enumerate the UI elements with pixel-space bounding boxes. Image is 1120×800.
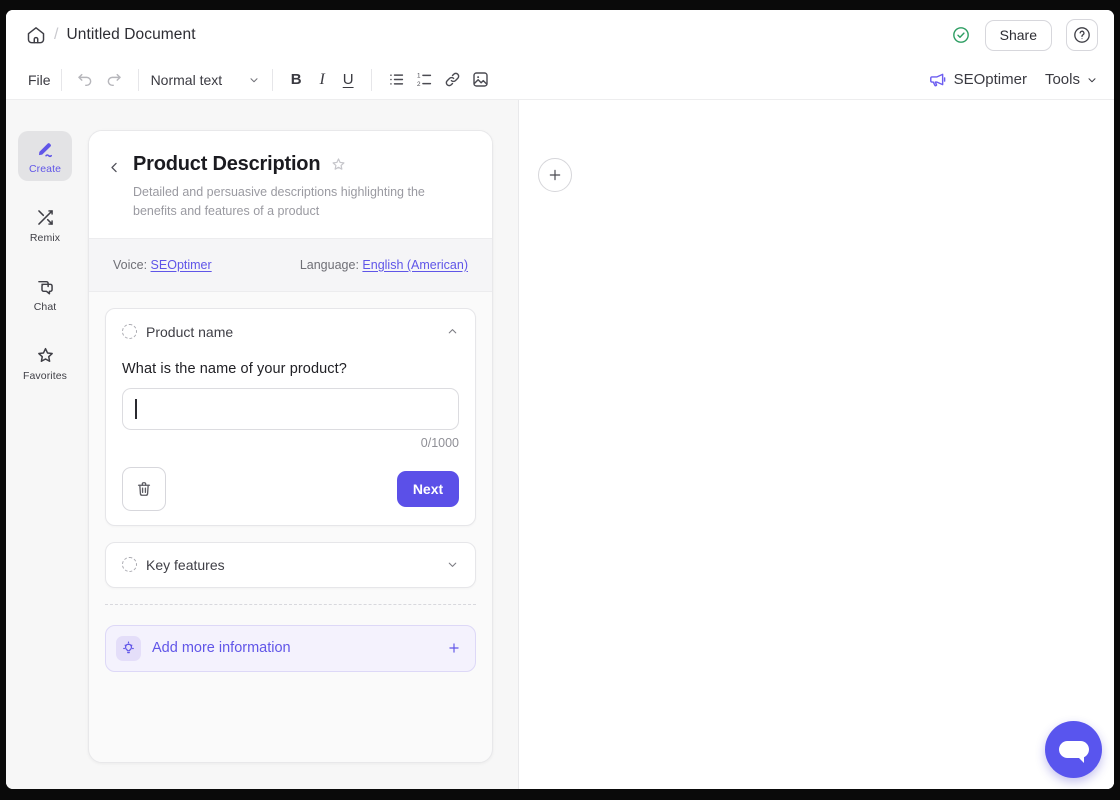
- sidebar-item-label: Create: [29, 163, 61, 175]
- bullet-list-button[interactable]: [382, 66, 410, 94]
- back-button[interactable]: [103, 155, 125, 179]
- add-more-label: Add more information: [152, 640, 291, 656]
- chevron-up-icon[interactable]: [446, 325, 459, 338]
- brand-label: SEOptimer: [954, 71, 1027, 88]
- home-button[interactable]: [22, 21, 50, 49]
- product-name-header[interactable]: Product name: [122, 324, 459, 340]
- file-menu[interactable]: File: [28, 72, 51, 88]
- template-title: Product Description: [133, 153, 320, 176]
- bullet-list-icon: [387, 70, 406, 89]
- text-caret: [135, 399, 137, 419]
- sidebar-item-favorites[interactable]: Favorites: [18, 338, 72, 388]
- document-title[interactable]: Untitled Document: [66, 26, 195, 44]
- support-chat-button[interactable]: [1045, 721, 1102, 778]
- saved-check-icon: [951, 25, 971, 45]
- link-icon: [443, 70, 462, 89]
- add-more-information-button[interactable]: Add more information: [105, 625, 476, 672]
- pen-icon: [35, 138, 56, 159]
- plus-icon: [447, 641, 461, 655]
- field-question: What is the name of your product?: [122, 361, 459, 377]
- chevron-down-icon[interactable]: [446, 558, 459, 571]
- voice-setting: Voice: SEOptimer: [113, 258, 212, 272]
- voice-language-bar: Voice: SEOptimer Language: English (Amer…: [89, 238, 492, 292]
- progress-circle-icon: [122, 324, 137, 339]
- field-title: Key features: [146, 557, 225, 573]
- progress-circle-icon: [122, 557, 137, 572]
- product-name-section: Product name What is the name of your pr…: [105, 308, 476, 526]
- document-canvas[interactable]: [518, 100, 1114, 789]
- chevron-down-icon: [248, 74, 260, 86]
- undo-button[interactable]: [72, 66, 100, 94]
- paragraph-style-value: Normal text: [151, 72, 223, 88]
- lightbulb-icon: [116, 636, 141, 661]
- template-panel: Product Description Detailed and persuas…: [84, 100, 518, 789]
- italic-button[interactable]: I: [309, 67, 335, 93]
- redo-icon: [104, 70, 123, 89]
- underline-button[interactable]: U: [335, 67, 361, 93]
- chat-bubble-icon: [1059, 741, 1089, 758]
- undo-icon: [76, 70, 95, 89]
- bold-button[interactable]: B: [283, 67, 309, 93]
- language-setting: Language: English (American): [300, 258, 468, 272]
- delete-button[interactable]: [122, 467, 166, 511]
- star-icon: [35, 345, 56, 366]
- template-header: Product Description Detailed and persuas…: [89, 131, 492, 238]
- tools-label: Tools: [1045, 71, 1080, 88]
- sidebar-item-label: Favorites: [23, 370, 67, 382]
- numbered-list-button[interactable]: 1 2: [410, 66, 438, 94]
- left-sidebar: Create Remix Chat: [6, 100, 84, 789]
- language-label: Language:: [300, 258, 359, 272]
- content-area: Create Remix Chat: [6, 100, 1114, 789]
- help-button[interactable]: [1066, 19, 1098, 51]
- plus-icon: [547, 167, 563, 183]
- template-description: Detailed and persuasive descriptions hig…: [133, 183, 463, 222]
- sidebar-item-label: Chat: [34, 301, 57, 313]
- chat-bubbles-icon: [35, 276, 56, 297]
- voice-label: Voice:: [113, 258, 147, 272]
- chevron-down-icon: [1086, 74, 1098, 86]
- product-name-input[interactable]: [122, 388, 459, 430]
- key-features-section[interactable]: Key features: [105, 542, 476, 588]
- voice-link[interactable]: SEOptimer: [151, 258, 212, 272]
- char-counter: 0/1000: [122, 436, 459, 450]
- megaphone-icon: [928, 70, 947, 89]
- next-button[interactable]: Next: [397, 471, 459, 507]
- favorite-star-icon[interactable]: [330, 156, 347, 173]
- breadcrumb-separator: /: [54, 26, 58, 44]
- titlebar: / Untitled Document Share: [6, 10, 1114, 60]
- app-window: / Untitled Document Share: [6, 10, 1114, 789]
- trash-icon: [134, 479, 154, 499]
- svg-text:2: 2: [417, 81, 421, 88]
- help-icon: [1072, 25, 1092, 45]
- chevron-left-icon: [107, 160, 122, 175]
- redo-button[interactable]: [100, 66, 128, 94]
- svg-text:1: 1: [417, 73, 421, 80]
- tools-menu[interactable]: Tools: [1045, 71, 1098, 88]
- sidebar-item-remix[interactable]: Remix: [18, 200, 72, 250]
- field-title: Product name: [146, 324, 233, 340]
- link-button[interactable]: [438, 66, 466, 94]
- shuffle-icon: [35, 207, 56, 228]
- template-card: Product Description Detailed and persuas…: [88, 130, 493, 763]
- numbered-list-icon: 1 2: [415, 70, 434, 89]
- home-icon: [25, 24, 47, 46]
- paragraph-style-select[interactable]: Normal text: [151, 72, 261, 88]
- dashed-divider: [105, 604, 476, 605]
- sidebar-item-create[interactable]: Create: [18, 131, 72, 181]
- language-link[interactable]: English (American): [362, 258, 468, 272]
- template-form: Product name What is the name of your pr…: [89, 292, 492, 762]
- image-icon: [471, 70, 490, 89]
- image-button[interactable]: [466, 66, 494, 94]
- brand-voice-button[interactable]: SEOptimer: [928, 70, 1027, 89]
- sidebar-item-chat[interactable]: Chat: [18, 269, 72, 319]
- add-block-button[interactable]: [538, 158, 572, 192]
- sidebar-item-label: Remix: [30, 232, 60, 244]
- share-button[interactable]: Share: [985, 20, 1052, 51]
- editor-toolbar: File Normal text B I U: [6, 60, 1114, 100]
